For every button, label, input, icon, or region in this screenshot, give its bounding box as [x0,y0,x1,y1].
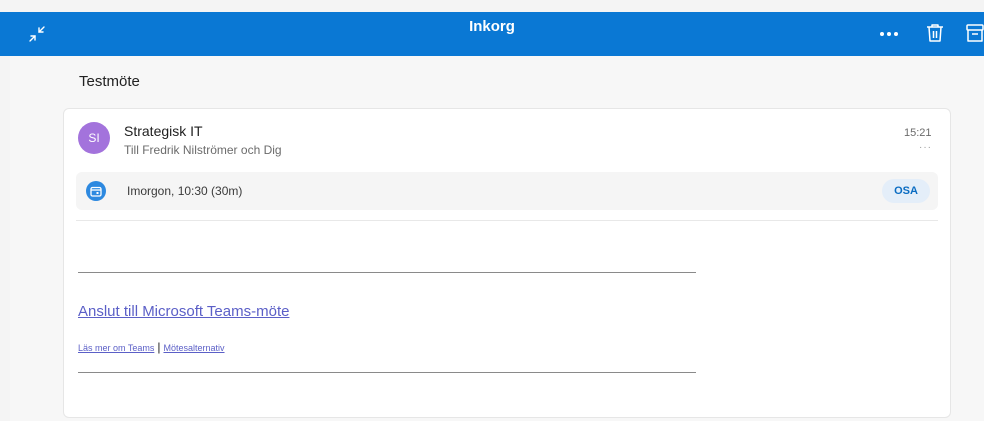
teams-rule-top [78,272,696,273]
avatar[interactable]: SI [78,122,110,154]
message-more-button[interactable]: ··· [919,142,932,153]
teams-rule-bottom [78,372,696,373]
learn-more-link[interactable]: Läs mer om Teams [78,343,154,353]
calendar-icon [86,181,106,201]
link-separator: | [157,340,161,354]
header-bar: Inkorg [0,12,984,56]
sender-name: Strategisk IT [124,123,203,139]
meeting-time: Imorgon, 10:30 (30m) [127,184,243,198]
page-title: Inkorg [469,18,515,35]
more-options-icon[interactable] [876,22,902,46]
meeting-options-link[interactable]: Mötesalternativ [163,343,224,353]
join-teams-link[interactable]: Anslut till Microsoft Teams-möte [78,303,289,320]
message-time: 15:21 [904,127,932,139]
rsvp-button[interactable]: OSA [882,179,930,203]
teams-links-row: Läs mer om Teams | Mötesalternativ [78,340,225,354]
recipients-line: Till Fredrik Nilströmer och Dig [124,143,282,157]
divider [76,220,938,221]
trash-icon[interactable] [923,20,947,46]
thread-subject: Testmöte [79,73,140,90]
archive-icon[interactable] [963,20,984,46]
